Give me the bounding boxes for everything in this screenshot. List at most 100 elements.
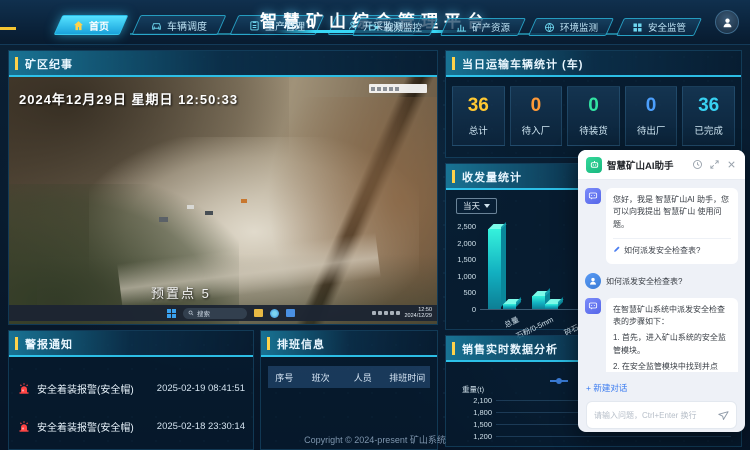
globe-icon <box>544 22 555 33</box>
stat-label: 待出厂 <box>637 123 666 137</box>
panel-title: 收发量统计 <box>462 172 522 184</box>
file-explorer-icon <box>254 309 263 317</box>
message-text: 如何派发安全检查表? <box>606 273 682 289</box>
shift-table-header: 序号班次人员排班时间 <box>268 366 430 388</box>
siren-icon <box>17 381 31 395</box>
nav-tab-env-monitor[interactable]: 环境监测 <box>532 18 610 36</box>
expand-icon[interactable] <box>709 159 720 170</box>
ai-assistant-footer: + 新建对话 <box>578 372 745 432</box>
y-axis-tick-label: 2,000 <box>448 239 476 248</box>
stat-label: 总计 <box>469 123 488 137</box>
sales-chart-ylabel: 重量(t) <box>462 384 484 395</box>
video-icon <box>368 22 379 33</box>
panel-header: 矿区纪事 <box>9 51 437 77</box>
message-bubble: 在智慧矿山系统中派发安全检查表的步骤如下：1. 首先，进入矿山系统的安全监管模块… <box>606 298 738 372</box>
nav-tab-vehicle-dispatch[interactable]: 车辆调度 <box>136 15 222 35</box>
video-scene-ravine <box>281 77 437 324</box>
message-text: 您好，我是 智慧矿山AI 助手，您可以向我提出 智慧矿山 使用问题。 <box>613 194 731 231</box>
nav-tab-label: 车辆调度 <box>167 18 207 33</box>
video-scene-truck <box>187 205 194 209</box>
video-scene-building <box>159 217 168 222</box>
alert-timestamp: 2025-02-18 23:30:14 <box>157 421 245 432</box>
stat-card-待出厂: 0 待出厂 <box>625 86 678 146</box>
bar-chart-icon <box>456 22 467 33</box>
smart-mine-dashboard: 首页车辆调度生产管理开采监测 智慧矿山综合管理平台 视频监控矿产资源环境监测安全… <box>0 0 750 450</box>
shift-column-header: 序号 <box>268 371 300 384</box>
pencil-icon <box>613 245 621 257</box>
y-axis-tick-label: 500 <box>448 288 476 297</box>
cctv-video-feed[interactable]: 2024年12月29日 星期日 12:50:33 预置点 5 搜索 <box>9 77 437 324</box>
nav-tab-home[interactable]: 首页 <box>58 15 124 35</box>
ai-chat-history: 您好，我是 智慧矿山AI 助手，您可以向我提出 智慧矿山 使用问题。如何派发安全… <box>578 180 745 372</box>
message-step: 1. 首先，进入矿山系统的安全监管模块。 <box>613 332 731 357</box>
shift-column-header: 人员 <box>341 371 385 384</box>
mine-chronicle-panel: 矿区纪事 2024年12月29日 星期日 12:50:33 预置点 5 <box>8 50 438 325</box>
stat-label: 待装货 <box>579 123 608 137</box>
video-scene-truck <box>205 211 213 215</box>
close-icon[interactable] <box>726 159 737 170</box>
panel-header: 排班信息 <box>261 331 437 357</box>
nav-tab-label: 安全监管 <box>648 20 686 34</box>
windows-start-icon <box>167 309 176 318</box>
nav-tab-label: 首页 <box>89 18 109 33</box>
taskbar-system-tray: 12:50 2024/12/29 <box>372 307 432 319</box>
search-icon <box>188 310 194 316</box>
home-icon <box>73 20 84 31</box>
panel-title: 矿区纪事 <box>25 59 73 71</box>
stat-value: 0 <box>646 95 657 117</box>
stat-card-总计: 36总计 <box>452 86 505 146</box>
ai-robot-icon <box>586 157 602 173</box>
history-icon[interactable] <box>692 159 703 170</box>
alert-label: 安全着装报警(安全帽) <box>37 419 157 434</box>
nav-left: 首页车辆调度生产管理开采监测 <box>58 15 418 35</box>
vehicle-icon <box>151 20 162 31</box>
taskbar-clock: 12:50 2024/12/29 <box>404 307 432 319</box>
bot-avatar <box>585 298 601 314</box>
y-axis-tick-label: 1,000 <box>448 272 476 281</box>
bar-3d <box>545 304 563 309</box>
clipboard-icon <box>249 20 260 31</box>
video-scene-vegetation <box>9 184 239 324</box>
ai-bot-message: 在智慧矿山系统中派发安全检查表的步骤如下：1. 首先，进入矿山系统的安全监管模块… <box>585 298 738 372</box>
message-bubble: 您好，我是 智慧矿山AI 助手，您可以向我提出 智慧矿山 使用问题。如何派发安全… <box>606 188 738 264</box>
shift-column-header: 班次 <box>300 371 341 384</box>
alert-list-item[interactable]: 安全着装报警(安全帽)2025-02-19 08:41:51 <box>17 369 245 407</box>
video-scene-excavator <box>241 199 247 203</box>
nav-tab-video-monitor[interactable]: 视频监控 <box>356 18 434 36</box>
video-osd-timestamp: 2024年12月29日 星期日 12:50:33 <box>19 89 238 108</box>
video-scene-slope <box>267 97 437 324</box>
new-chat-button[interactable]: + 新建对话 <box>586 382 627 394</box>
bar-3d <box>488 229 506 309</box>
send-icon[interactable] <box>717 409 729 421</box>
browser-icon <box>270 309 279 318</box>
stat-card-待入厂: 0待入厂 <box>510 86 563 146</box>
ai-question-input[interactable] <box>594 411 717 420</box>
panel-title: 销售实时数据分析 <box>462 344 558 356</box>
camera-preset-label: 预置点 5 <box>151 283 211 302</box>
stats-cards: 36总计0待入厂0待装货0待出厂36已完成 <box>446 77 741 155</box>
bot-avatar <box>585 188 601 204</box>
app-header: 首页车辆调度生产管理开采监测 智慧矿山综合管理平台 视频监控矿产资源环境监测安全… <box>0 0 750 45</box>
suggested-question[interactable]: 如何派发安全检查表? <box>613 238 731 257</box>
nav-tab-label: 生产管理 <box>265 18 305 33</box>
y-axis-tick-label: 2,500 <box>448 222 476 231</box>
alert-timestamp: 2025-02-19 08:41:51 <box>157 383 245 394</box>
panel-header: 当日运输车辆统计 (车) <box>446 51 741 77</box>
user-avatar[interactable] <box>715 10 739 34</box>
stat-card-已完成: 36已完成 <box>682 86 735 146</box>
nav-tab-mineral-resource[interactable]: 矿产资源 <box>444 18 522 36</box>
nav-tab-safety-supervision[interactable]: 安全监管 <box>620 18 698 36</box>
ai-assistant-title: 智慧矿山AI助手 <box>607 158 686 172</box>
shift-schedule-panel: 排班信息 序号班次人员排班时间 <box>260 330 438 450</box>
ai-input-row <box>586 401 737 429</box>
y-axis-tick-label: 0 <box>448 305 476 314</box>
header-decor-yellow <box>0 27 16 30</box>
y-axis-tick-label: 1,800 <box>450 408 492 417</box>
ai-user-message: 如何派发安全检查表? <box>585 273 738 289</box>
stat-value: 0 <box>531 95 542 117</box>
alert-label: 安全着装报警(安全帽) <box>37 381 157 396</box>
vehicle-stats-panel: 当日运输车辆统计 (车) 36总计0待入厂0待装货0待出厂36已完成 <box>445 50 742 158</box>
nav-tab-label: 环境监测 <box>560 20 598 34</box>
video-scene-quarry-floor <box>89 137 419 324</box>
user-avatar-icon <box>585 273 601 289</box>
